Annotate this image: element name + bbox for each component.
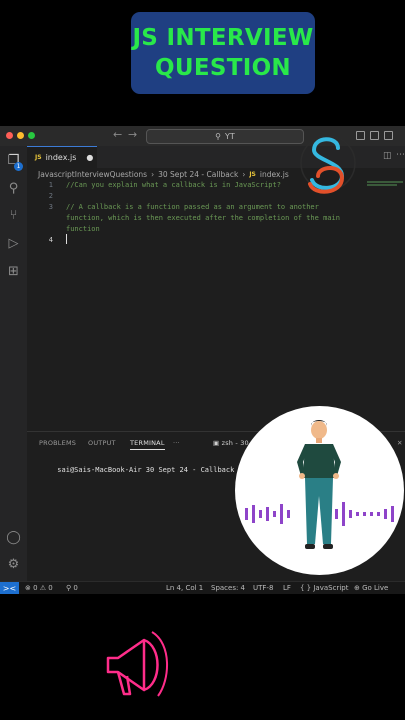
banner-line-2: QUESTION — [155, 55, 291, 81]
command-center-search[interactable]: ⚲ YT — [146, 129, 304, 144]
presenter-figure — [297, 420, 341, 549]
toggle-panel-icon[interactable] — [370, 131, 379, 140]
channel-logo — [300, 135, 356, 194]
status-bar: >< ⊗ 0 ⚠ 0 ⚲ 0 Ln 4, Col 1 Spaces: 4 UTF… — [0, 581, 405, 594]
back-arrow-icon[interactable]: ← — [113, 128, 122, 141]
explorer-badge: 1 — [14, 162, 23, 171]
banner-line-1: JS INTERVIEW — [132, 25, 314, 51]
tab-problems[interactable]: PROBLEMS — [39, 439, 76, 447]
more-actions-icon[interactable]: ⋯ — [396, 150, 405, 160]
presenter-avatar-circle — [235, 406, 404, 575]
tab-filename: index.js — [45, 153, 77, 162]
encoding[interactable]: UTF-8 — [253, 584, 273, 592]
code-line: //Can you explain what a callback is in … — [66, 181, 281, 189]
settings-gear-icon[interactable]: ⚙ — [6, 557, 21, 572]
maximize-window-button[interactable] — [28, 132, 35, 139]
end-of-line[interactable]: LF — [283, 584, 291, 592]
run-debug-icon[interactable]: ▷ — [6, 236, 21, 251]
close-window-button[interactable] — [6, 132, 13, 139]
search-text: YT — [225, 132, 235, 141]
layout-icon[interactable] — [384, 131, 393, 140]
code-line: // A callback is a function passed as an… — [66, 203, 340, 233]
minimap[interactable] — [367, 181, 403, 183]
presenter-illustration — [245, 420, 394, 549]
source-control-icon[interactable]: ⑂ — [6, 208, 21, 223]
split-editor-icon[interactable]: ◫ — [383, 151, 392, 161]
megaphone-icon — [106, 631, 169, 697]
chevron-right-icon: › — [242, 169, 246, 179]
search-icon[interactable]: ⚲ — [6, 181, 21, 196]
terminal-output[interactable]: sai@Sais-MacBook-Air 30 Sept 24 - Callba… — [32, 457, 251, 483]
breadcrumb-file[interactable]: index.js — [260, 170, 289, 179]
line-number: 3 — [48, 203, 53, 211]
breadcrumb-folder-1[interactable]: JavascriptInterviewQuestions — [38, 170, 147, 179]
cursor-position[interactable]: Ln 4, Col 1 — [166, 584, 203, 592]
indentation[interactable]: Spaces: 4 — [211, 584, 245, 592]
extensions-icon[interactable]: ⊞ — [6, 264, 21, 279]
minimap-line — [367, 184, 397, 186]
terminal-shell-label: zsh - 30 — [221, 439, 249, 447]
go-live-button[interactable]: ⊕ Go Live — [354, 584, 388, 592]
panel-more-icon[interactable]: ··· — [173, 439, 180, 447]
code-editor[interactable]: 1 2 3 4 //Can you explain what a callbac… — [27, 181, 405, 431]
account-icon[interactable]: ◯ — [6, 530, 21, 545]
text-cursor — [66, 234, 67, 244]
breadcrumb: JavascriptInterviewQuestions › 30 Sept 2… — [38, 168, 289, 180]
unsaved-dot-icon[interactable]: ● — [86, 153, 93, 162]
problems-status[interactable]: ⊗ 0 ⚠ 0 — [25, 584, 53, 592]
sound-wave-icon — [245, 502, 394, 526]
js-file-icon: JS — [35, 154, 42, 161]
activity-bar: ❐ 1 ⚲ ⑂ ▷ ⊞ ◯ ⚙ — [0, 146, 27, 581]
chevron-right-icon: › — [151, 169, 155, 179]
breadcrumb-folder-2[interactable]: 30 Sept 24 - Callback — [158, 170, 238, 179]
title-banner: JS INTERVIEW QUESTION — [131, 12, 315, 94]
close-panel-icon[interactable]: ✕ — [397, 439, 403, 447]
ports-status[interactable]: ⚲ 0 — [66, 584, 78, 592]
line-number: 2 — [48, 192, 53, 200]
terminal-prompt: sai@Sais-MacBook-Air 30 Sept 24 - Callba… — [57, 466, 243, 474]
search-icon: ⚲ — [215, 132, 222, 141]
language-mode[interactable]: { } JavaScript — [300, 584, 348, 592]
line-number: 1 — [48, 181, 53, 189]
tab-terminal[interactable]: TERMINAL — [130, 439, 165, 450]
terminal-icon: ▣ — [213, 439, 222, 447]
tab-output[interactable]: OUTPUT — [88, 439, 116, 447]
terminal-shell-selector[interactable]: ▣ zsh - 30 — [213, 439, 249, 447]
line-number: 4 — [48, 236, 53, 244]
forward-arrow-icon[interactable]: → — [128, 128, 137, 141]
remote-indicator-icon[interactable]: >< — [0, 582, 19, 594]
tab-index-js[interactable]: JS index.js ● — [27, 146, 97, 168]
minimize-window-button[interactable] — [17, 132, 24, 139]
js-file-icon: JS — [249, 170, 256, 178]
